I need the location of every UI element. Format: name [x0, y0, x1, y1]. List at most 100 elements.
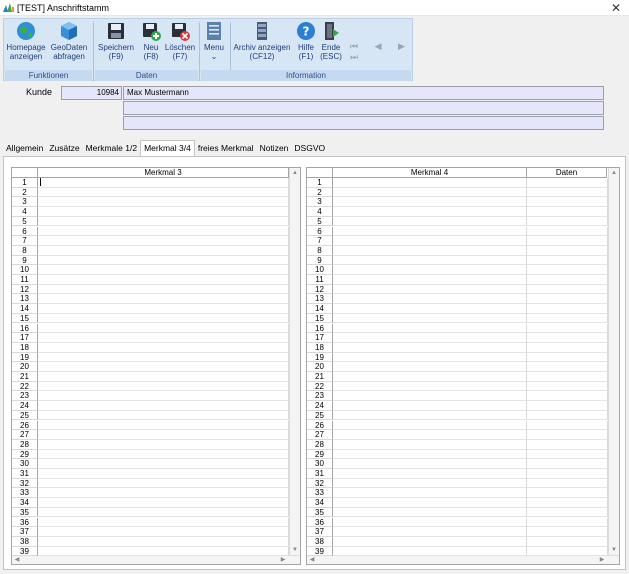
daten-header[interactable]: Daten — [527, 168, 607, 178]
table-cell[interactable] — [333, 546, 527, 557]
table-cell[interactable] — [333, 439, 527, 450]
table-cell[interactable] — [333, 187, 527, 198]
table-cell[interactable] — [333, 498, 527, 508]
table-cell[interactable] — [38, 488, 289, 499]
table-cell[interactable] — [333, 265, 527, 275]
table-cell[interactable] — [527, 527, 608, 537]
table-cell[interactable] — [333, 245, 527, 256]
table-cell[interactable] — [333, 469, 527, 479]
table-cell[interactable] — [38, 517, 289, 528]
table-cell[interactable] — [527, 488, 608, 499]
table-cell[interactable] — [333, 236, 527, 246]
new-button[interactable]: Neu (F8) — [138, 21, 164, 67]
table-cell[interactable] — [333, 372, 527, 382]
tab-merkmale-1-2[interactable]: Merkmale 1/2 — [82, 141, 141, 156]
table-cell[interactable] — [527, 459, 608, 469]
tab-dsgvo[interactable]: DSGVO — [291, 141, 329, 156]
table-cell[interactable] — [38, 255, 289, 266]
menu-button[interactable]: Menu ⌄ — [202, 21, 226, 67]
table-cell[interactable] — [333, 352, 527, 363]
table-cell[interactable] — [527, 536, 608, 547]
scroll-left-icon[interactable]: ◀ — [12, 556, 22, 564]
save-button[interactable]: Speichern (F9) — [96, 21, 136, 67]
table-cell[interactable] — [527, 207, 608, 217]
table-cell[interactable] — [38, 197, 289, 208]
table-cell[interactable] — [333, 333, 527, 343]
table-cell[interactable] — [527, 362, 608, 372]
table-cell[interactable] — [38, 265, 289, 275]
table-cell[interactable] — [527, 469, 608, 479]
table-cell[interactable] — [333, 478, 527, 489]
table-cell[interactable] — [38, 381, 289, 392]
table-cell[interactable] — [38, 527, 289, 537]
table-cell[interactable] — [38, 226, 289, 237]
table-cell[interactable] — [38, 187, 289, 198]
table-cell[interactable] — [527, 420, 608, 431]
table-cell[interactable] — [333, 323, 527, 334]
kunde-address-field-2[interactable] — [123, 116, 604, 130]
table-cell[interactable] — [38, 304, 289, 314]
table-cell[interactable] — [527, 430, 608, 440]
table-cell[interactable] — [333, 275, 527, 285]
table-cell[interactable] — [527, 507, 608, 518]
table-cell[interactable] — [333, 178, 527, 188]
table-cell[interactable] — [333, 391, 527, 402]
table-cell[interactable] — [527, 304, 608, 314]
table-cell[interactable] — [527, 323, 608, 334]
scroll-up-icon[interactable]: ▲ — [290, 168, 300, 178]
table-cell[interactable] — [38, 236, 289, 246]
table-cell[interactable] — [527, 342, 608, 353]
table-cell[interactable] — [333, 207, 527, 217]
kunde-address-field-1[interactable] — [123, 101, 604, 115]
table-cell[interactable] — [333, 255, 527, 266]
table-cell[interactable] — [527, 498, 608, 508]
table-cell[interactable] — [527, 178, 608, 188]
table-cell[interactable] — [333, 420, 527, 431]
table-cell[interactable] — [333, 342, 527, 353]
table-cell[interactable] — [38, 313, 289, 324]
table-cell[interactable] — [333, 449, 527, 460]
table-cell[interactable] — [333, 401, 527, 411]
table-cell[interactable] — [38, 216, 289, 227]
tab-zusaetze[interactable]: Zusätze — [46, 141, 83, 156]
table-cell[interactable] — [527, 284, 608, 295]
table-cell[interactable] — [527, 381, 608, 392]
table-cell[interactable] — [38, 284, 289, 295]
table-cell[interactable] — [527, 236, 608, 246]
table-cell[interactable] — [38, 410, 289, 421]
table-cell[interactable] — [527, 216, 608, 227]
table-cell[interactable] — [38, 333, 289, 343]
table-cell[interactable] — [527, 517, 608, 528]
table-cell[interactable] — [333, 527, 527, 537]
table-cell[interactable] — [38, 420, 289, 431]
exit-button[interactable]: Ende (ESC) — [318, 21, 344, 67]
scroll-right-icon[interactable]: ▶ — [278, 556, 288, 564]
table-cell[interactable] — [38, 469, 289, 479]
scroll-down-icon[interactable]: ▼ — [609, 545, 619, 555]
table-cell[interactable] — [527, 226, 608, 237]
table-cell[interactable] — [38, 449, 289, 460]
table-cell[interactable] — [38, 352, 289, 363]
help-button[interactable]: ? Hilfe (F1) — [295, 21, 317, 67]
table-cell[interactable] — [333, 381, 527, 392]
record-navigation[interactable]: ⏮ ◀ ▶ ⏭ — [350, 41, 412, 63]
scroll-up-icon[interactable]: ▲ — [609, 168, 619, 178]
table-cell[interactable] — [38, 372, 289, 382]
table-cell[interactable] — [38, 439, 289, 450]
table-cell[interactable] — [527, 187, 608, 198]
table-cell[interactable] — [38, 401, 289, 411]
table-cell[interactable] — [527, 546, 608, 557]
delete-button[interactable]: Löschen (F7) — [164, 21, 196, 67]
table-cell[interactable] — [527, 410, 608, 421]
archive-button[interactable]: Archiv anzeigen (CF12) — [231, 21, 293, 67]
table-cell[interactable] — [527, 197, 608, 208]
table-cell[interactable] — [38, 245, 289, 256]
kunde-name-field[interactable]: Max Mustermann — [123, 86, 604, 100]
table-cell[interactable] — [527, 478, 608, 489]
table-cell[interactable] — [38, 498, 289, 508]
tab-allgemein[interactable]: Allgemein — [3, 141, 47, 156]
tab-notizen[interactable]: Notizen — [256, 141, 292, 156]
table-cell[interactable] — [38, 178, 289, 188]
table-cell[interactable] — [333, 313, 527, 324]
table-cell[interactable] — [527, 372, 608, 382]
